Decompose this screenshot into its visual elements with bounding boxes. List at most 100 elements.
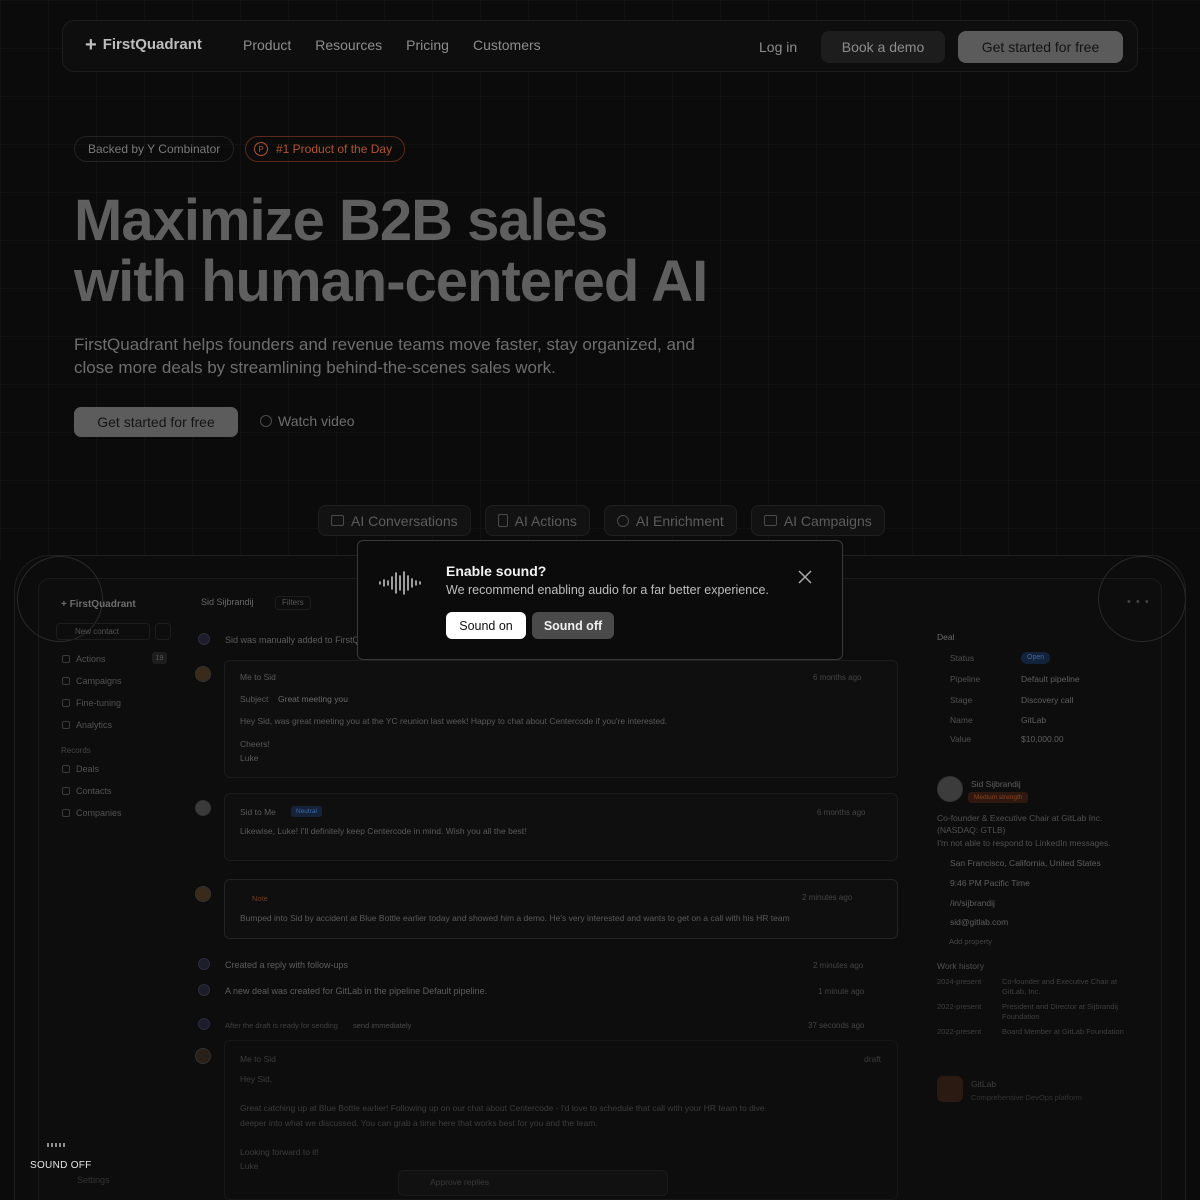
records-section-label: Records	[61, 746, 91, 755]
note-card[interactable]	[224, 879, 898, 939]
sidebar-item-companies[interactable]: Companies	[62, 808, 122, 818]
email-from-to: Sid to Me	[240, 807, 276, 817]
email-body: Cheers!	[240, 739, 270, 749]
sidebar-search-icon[interactable]	[155, 623, 171, 640]
actions-count-badge: 19	[152, 652, 167, 664]
sentiment-badge: Neutral	[291, 806, 322, 817]
sidebar-item-settings[interactable]: Settings	[77, 1175, 110, 1185]
person-linkedin[interactable]: /in/sijbrandij	[950, 898, 995, 908]
hero-title-line1: Maximize B2B sales	[74, 188, 608, 253]
event-time: 1 minute ago	[818, 987, 865, 996]
draft-body: deeper into what we discussed. You can g…	[240, 1118, 598, 1128]
clipboard-icon	[497, 514, 508, 527]
person-email[interactable]: sid@gitlab.com	[950, 917, 1008, 927]
tab-ai-enrichment[interactable]: AI Enrichment	[603, 505, 737, 536]
person-bio: Co-founder & Executive Chair at GitLab I…	[937, 813, 1103, 823]
work-role: President and Director at Sijbrandij Fou…	[1002, 1002, 1118, 1021]
send-mode-select[interactable]: send immediately	[353, 1021, 411, 1030]
fine-tuning-icon	[62, 699, 70, 707]
hero-get-started-button[interactable]: Get started for free	[74, 407, 238, 437]
nav-link-pricing[interactable]: Pricing	[406, 37, 449, 53]
person-location: San Francisco, California, United States	[950, 858, 1101, 868]
email-from-to: Me to Sid	[240, 672, 276, 682]
work-years: 2024-present	[937, 977, 982, 986]
event-time: 37 seconds ago	[808, 1021, 865, 1030]
work-years: 2022-present	[937, 1002, 982, 1011]
tab-label: AI Enrichment	[635, 512, 724, 529]
status-badge[interactable]: Open	[1021, 652, 1051, 664]
more-options-icon[interactable]: • • •	[1127, 596, 1150, 608]
event-time: 2 minutes ago	[813, 961, 864, 970]
add-property-button[interactable]: Add property	[949, 937, 992, 946]
sidebar-item-deals[interactable]: Deals	[62, 764, 99, 774]
close-icon[interactable]	[798, 570, 812, 584]
campaigns-icon	[62, 677, 70, 685]
brand-logo[interactable]: + FirstQuadrant	[85, 35, 202, 55]
dialog-description: We recommend enabling audio for a far be…	[446, 583, 769, 597]
yc-badge[interactable]: Backed by Y Combinator	[74, 136, 235, 162]
deal-field-value[interactable]: Discovery call	[1021, 695, 1073, 705]
hero-title: Maximize B2B sales with human-centered A…	[74, 190, 794, 312]
nav-link-resources[interactable]: Resources	[315, 37, 382, 53]
product-hunt-icon: P	[254, 142, 268, 156]
chat-icon	[331, 515, 344, 526]
deal-field-label: Pipeline	[950, 674, 981, 684]
event-icon	[198, 633, 210, 645]
deal-field-value[interactable]: Default pipeline	[1021, 674, 1080, 684]
hero-subtitle: FirstQuadrant helps founders and revenue…	[74, 335, 695, 377]
subject-label: Subject	[240, 694, 269, 704]
draft-body: Luke	[240, 1161, 259, 1171]
tab-ai-actions[interactable]: AI Actions	[484, 505, 590, 536]
draft-badge: draft	[864, 1054, 882, 1064]
deal-field-value[interactable]: $10,000.00	[1021, 734, 1064, 744]
nav-get-started-button[interactable]: Get started for free	[958, 31, 1123, 63]
product-hunt-badge[interactable]: P #1 Product of the Day	[245, 136, 406, 162]
work-role: Co-founder and Executive Chair at GitLab…	[1002, 977, 1118, 996]
work-history-label[interactable]: Work history	[937, 961, 984, 971]
nav-links: Product Resources Pricing Customers	[243, 37, 541, 53]
sidebar-item-fine-tuning[interactable]: Fine-tuning	[62, 698, 121, 708]
book-demo-button[interactable]: Book a demo	[821, 31, 945, 63]
company-description: Comprehensive DevOps platform	[971, 1093, 1082, 1102]
product-hunt-label: #1 Product of the Day	[276, 142, 393, 156]
tab-ai-conversations[interactable]: AI Conversations	[318, 505, 471, 536]
avatar	[195, 666, 211, 682]
approve-replies-button[interactable]: Approve replies	[430, 1176, 489, 1189]
person-local-time: 9:46 PM Pacific Time	[950, 878, 1030, 888]
conversation-contact-name: Sid Sijbrandij	[201, 597, 254, 607]
filters-button[interactable]: Filters	[275, 596, 311, 610]
event-icon	[198, 984, 210, 996]
sound-off-button[interactable]: Sound off	[532, 612, 614, 639]
watch-video-link[interactable]: Watch video	[260, 413, 355, 429]
email-time: 6 months ago	[817, 808, 866, 817]
mail-icon	[763, 515, 777, 526]
nav-link-product[interactable]: Product	[243, 37, 291, 53]
analytics-icon	[62, 721, 70, 729]
sidebar-item-campaigns[interactable]: Campaigns	[62, 676, 122, 686]
login-link[interactable]: Log in	[759, 39, 797, 55]
email-body: Luke	[240, 753, 259, 763]
avatar	[195, 1048, 211, 1064]
deal-field-label: Value	[950, 734, 972, 744]
new-contact-button[interactable]: New contact	[56, 623, 150, 640]
sidebar-item-analytics[interactable]: Analytics	[62, 720, 112, 730]
sound-toggle-icon[interactable]	[47, 1140, 67, 1150]
sound-on-button[interactable]: Sound on	[446, 612, 526, 639]
event-icon	[198, 1018, 210, 1030]
email-body: Hey Sid, was great meeting you at the YC…	[240, 716, 668, 726]
companies-icon	[62, 809, 70, 817]
sidebar-item-actions[interactable]: Actions	[62, 654, 106, 664]
nav-link-customers[interactable]: Customers	[473, 37, 541, 53]
feature-tabs: AI Conversations AI Actions AI Enrichmen…	[318, 505, 885, 536]
dialog-title: Enable sound?	[446, 563, 547, 579]
sound-status-label[interactable]: SOUND OFF	[30, 1160, 92, 1171]
tab-ai-campaigns[interactable]: AI Campaigns	[750, 505, 885, 536]
deals-icon	[62, 765, 70, 773]
sidebar-item-contacts[interactable]: Contacts	[62, 786, 112, 796]
note-body: Bumped into Sid by accident at Blue Bott…	[240, 913, 790, 923]
brand-name: FirstQuadrant	[102, 36, 202, 53]
draft-from-to: Me to Sid	[240, 1054, 276, 1064]
event-icon	[198, 958, 210, 970]
deal-field-value[interactable]: GitLab	[1021, 715, 1046, 725]
avatar	[937, 776, 963, 802]
